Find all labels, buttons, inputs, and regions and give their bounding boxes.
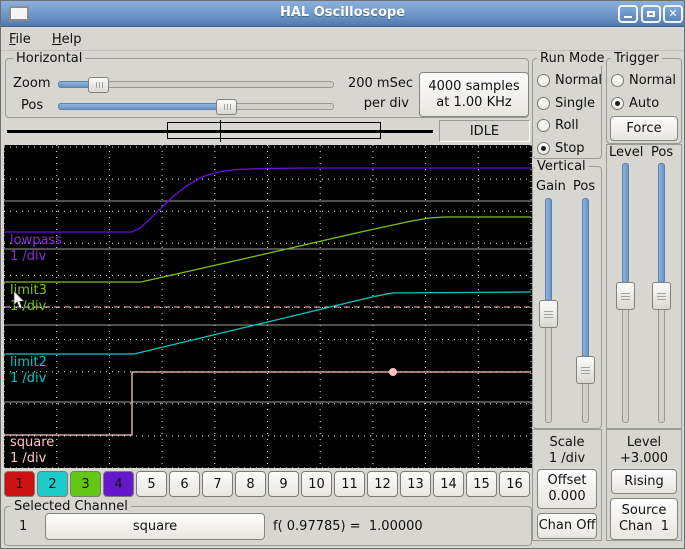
trigger-level-value: +3.000 [619, 451, 669, 466]
vertical-frame-label: Vertical [534, 159, 589, 174]
pos-slider-handle[interactable] [216, 99, 237, 115]
vertical-pos-label: Pos [573, 179, 596, 194]
trigger-level-slider-handle[interactable] [616, 282, 635, 310]
channel-button-3[interactable]: 3 [70, 471, 101, 497]
scale-title: Scale [549, 435, 585, 450]
vertical-pos-slider-handle[interactable] [576, 356, 595, 384]
rate-line1: 200 mSec [347, 76, 413, 91]
mouse-cursor-icon [13, 291, 25, 309]
radio-run-roll-label: Roll [555, 118, 579, 133]
window-title: HAL Oscilloscope [279, 5, 406, 20]
selected-channel-label: Selected Channel [11, 499, 131, 514]
channel-button-9[interactable]: 9 [268, 471, 299, 497]
force-button[interactable]: Force [610, 116, 678, 141]
trigger-level-slider-fill [622, 163, 629, 283]
channel-button-row: 1 2 3 4 5 6 7 8 9 10 11 12 13 14 15 16 [4, 471, 534, 497]
trigger-pos-slider-fill [658, 163, 665, 283]
channel-source-button[interactable]: square [45, 513, 265, 540]
acquisition-status: IDLE [439, 120, 530, 142]
channel-button-16[interactable]: 16 [499, 471, 530, 497]
channel-button-12[interactable]: 12 [367, 471, 398, 497]
menubar: File Help [1, 28, 684, 51]
vertical-gain-slider-fill [545, 198, 552, 301]
rate-line2: per div [363, 96, 409, 111]
offset-value: 0.000 [548, 489, 586, 504]
vertical-frame [532, 166, 602, 429]
channel-button-1[interactable]: 1 [4, 471, 35, 497]
channel-button-4[interactable]: 4 [103, 471, 134, 497]
trigger-edge-button[interactable]: Rising [611, 469, 677, 494]
channel-button-15[interactable]: 15 [466, 471, 497, 497]
samples-button[interactable]: 4000 samples at 1.00 KHz [419, 72, 529, 117]
channel-button-8[interactable]: 8 [235, 471, 266, 497]
vertical-gain-slider-handle[interactable] [539, 300, 558, 328]
samples-line1: 4000 samples [428, 78, 520, 94]
chan-off-button[interactable]: Chan Off [537, 513, 597, 539]
channel-button-5[interactable]: 5 [136, 471, 167, 497]
radio-run-roll[interactable] [537, 119, 550, 132]
channel-button-11[interactable]: 11 [334, 471, 365, 497]
radio-run-single[interactable] [537, 97, 550, 110]
radio-trigger-auto-label: Auto [629, 96, 660, 111]
radio-run-normal-label: Normal [555, 73, 603, 88]
pos-slider-fill [58, 103, 227, 110]
menu-file[interactable]: File [1, 29, 39, 47]
channel-button-6[interactable]: 6 [169, 471, 200, 497]
trigger-level-title: Level [626, 435, 662, 450]
scale-value: 1 /div [548, 451, 586, 466]
radio-run-stop-label: Stop [555, 141, 585, 156]
channel-button-14[interactable]: 14 [433, 471, 464, 497]
trigger-source-button[interactable]: Source Chan 1 [610, 498, 678, 540]
app-window: HAL Oscilloscope ✕ File Help Horizontal … [0, 0, 685, 549]
trigger-source-line1: Source [621, 503, 667, 518]
maximize-button[interactable] [641, 5, 661, 23]
channel-button-13[interactable]: 13 [400, 471, 431, 497]
vertical-gain-label: Gain [536, 179, 566, 194]
zoom-slider-handle[interactable] [88, 77, 109, 93]
trigger-source-line2: Chan 1 [618, 519, 670, 534]
radio-run-normal[interactable] [537, 74, 550, 87]
scope-display[interactable]: lowpass 1 /div limit3 1 /div limit2 1 /div squ… [3, 145, 532, 469]
cursor-reading: f( 0.97785) = 1.00000 [273, 519, 423, 534]
offset-button[interactable]: Offset 0.000 [537, 469, 597, 509]
scope-canvas [3, 145, 532, 469]
minimize-button[interactable] [618, 5, 638, 23]
radio-trigger-normal-label: Normal [629, 73, 677, 88]
channel-button-7[interactable]: 7 [202, 471, 233, 497]
close-button[interactable]: ✕ [663, 5, 683, 23]
run-mode-frame-label: Run Mode [537, 51, 608, 66]
channel-button-2[interactable]: 2 [37, 471, 68, 497]
zoom-label: Zoom [13, 76, 51, 91]
trigger-pos-slider-handle[interactable] [652, 282, 671, 310]
trigger-pos-label: Pos [651, 145, 674, 160]
horizontal-frame-label: Horizontal [13, 51, 86, 66]
offset-title: Offset [547, 473, 587, 488]
channel-label-lowpass: lowpass 1 /div [10, 233, 62, 264]
channel-label-square: square 1 /div [10, 435, 55, 466]
radio-run-stop[interactable] [537, 142, 550, 155]
radio-trigger-auto[interactable] [611, 97, 624, 110]
samples-line2: at 1.00 KHz [436, 94, 512, 110]
record-window-indicator [167, 122, 381, 139]
channel-button-10[interactable]: 10 [301, 471, 332, 497]
selected-channel-number: 1 [19, 519, 28, 534]
radio-run-single-label: Single [555, 96, 595, 111]
channel-label-limit2: limit2 1 /div [10, 355, 47, 386]
trigger-frame-label: Trigger [611, 51, 662, 66]
radio-trigger-normal[interactable] [611, 74, 624, 87]
vertical-pos-slider-fill [582, 198, 589, 357]
trigger-level-label: Level [609, 145, 644, 160]
pos-label: Pos [21, 98, 44, 113]
menu-help[interactable]: Help [44, 29, 90, 47]
titlebar[interactable]: HAL Oscilloscope ✕ [1, 1, 684, 27]
